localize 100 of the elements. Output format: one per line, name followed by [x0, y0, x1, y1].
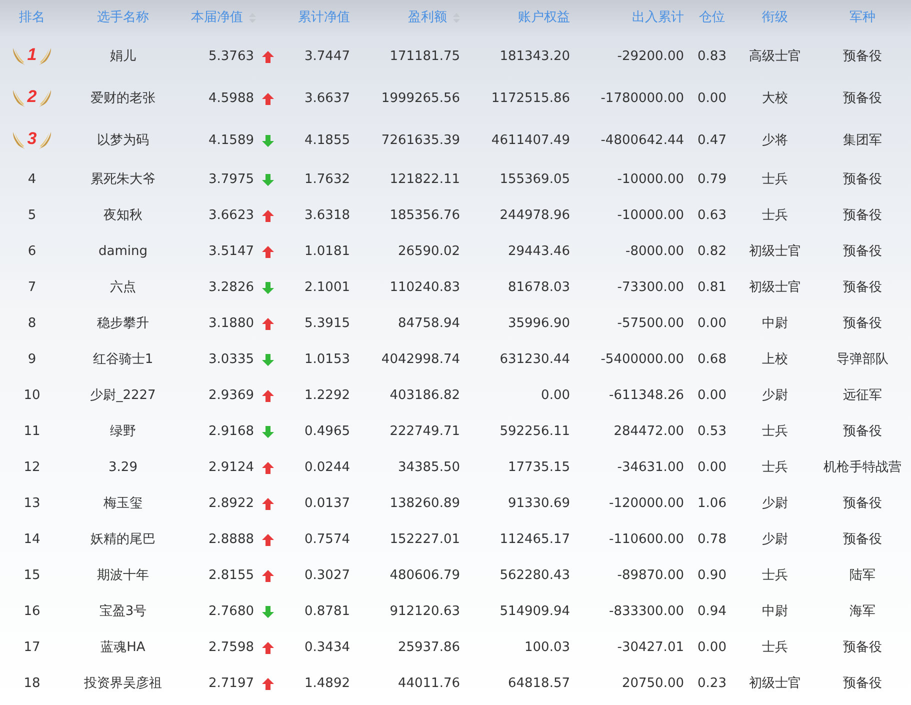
player-name: 蓝魂HA [100, 639, 146, 658]
table-cell-text: 少尉 [761, 531, 789, 550]
table-cell-text: 预备役 [842, 639, 883, 658]
rank-cell-text: 6 [26, 243, 38, 262]
table-cell-text: 0.63 [696, 207, 728, 226]
table-cell-text: 预备役 [842, 675, 883, 694]
rank-cell-text: 17 [22, 639, 42, 658]
table-cell-text: 35996.90 [506, 315, 571, 334]
table-cell-text: 0.3027 [304, 567, 351, 586]
table-cell-text: 少尉 [761, 387, 789, 406]
rank-number: 2 [27, 86, 37, 108]
table-cell-text: 403186.82 [388, 387, 461, 406]
table-cell-text: -833300.00 [608, 603, 685, 622]
table-cell-text: 284472.00 [612, 423, 685, 442]
column-header: 排名 [18, 9, 46, 28]
table-cell-text: 2.9369 [208, 387, 254, 406]
player-name: 六点 [109, 279, 137, 298]
column-header: 出入累计 [631, 9, 685, 28]
table-cell-text: 2.9124 [208, 459, 254, 478]
player-name: 3.29 [108, 459, 138, 478]
rank-cell-text: 13 [22, 495, 42, 514]
table-cell-text: 0.0244 [304, 459, 351, 478]
rank-cell-text: 9 [26, 351, 38, 370]
table-cell-text: 562280.43 [498, 567, 571, 586]
table-cell-text: -110600.00 [608, 531, 685, 550]
table-cell-text: 陆军 [848, 567, 876, 586]
table-cell-text: 0.83 [696, 48, 728, 66]
player-name: 爱财的老张 [90, 90, 156, 108]
table-cell-text: 0.00 [696, 90, 728, 108]
player-name: 投资界吴彦祖 [83, 675, 163, 694]
player-name: 累死朱大爷 [90, 171, 156, 190]
table-cell-text: 0.3434 [304, 639, 351, 658]
table-cell-text: 26590.02 [396, 243, 461, 262]
table-cell-text: 5.3915 [304, 315, 351, 334]
rank-cell-text: 8 [26, 315, 38, 334]
table-cell-text: 0.8781 [304, 603, 351, 622]
table-cell-text: 631230.44 [498, 351, 571, 370]
table-cell-text: -30427.01 [616, 639, 685, 658]
table-cell-text: 4.5988 [208, 90, 254, 108]
table-cell-text: 1.0181 [304, 243, 351, 262]
player-name: 以梦为码 [96, 132, 150, 150]
table-cell-text: 2.8922 [208, 495, 254, 514]
table-cell-text: 181343.20 [498, 48, 571, 66]
table-cell-text: -34631.00 [616, 459, 685, 478]
table-cell-text: 1.4892 [304, 675, 351, 694]
table-cell-text: 0.23 [696, 675, 728, 694]
table-cell-text: 0.00 [696, 639, 728, 658]
table-cell-text: 185356.76 [388, 207, 461, 226]
table-cell-text: 少尉 [761, 495, 789, 514]
player-name: 期波十年 [96, 567, 150, 586]
table-cell-text: 预备役 [842, 243, 883, 262]
table-cell-text: 121822.11 [388, 171, 461, 190]
table-cell-text: 1.7632 [304, 171, 351, 190]
table-cell-text: 514909.94 [498, 603, 571, 622]
table-cell-text: 592256.11 [498, 423, 571, 442]
column-header[interactable]: 盈利额 [408, 10, 447, 26]
table-cell-text: 0.00 [696, 459, 728, 478]
player-name: 少尉_2227 [89, 387, 157, 406]
table-cell-text: 0.82 [696, 243, 728, 262]
table-cell-text: -120000.00 [608, 495, 685, 514]
table-cell-text: 91330.69 [506, 495, 571, 514]
table-cell-text: 预备役 [842, 90, 883, 108]
table-cell-text: -611348.26 [608, 387, 685, 406]
table-cell-text: 100.03 [524, 639, 571, 658]
rank-number: 3 [27, 128, 37, 150]
table-cell-text: 2.1001 [304, 279, 351, 298]
table-cell-text: 预备役 [842, 495, 883, 514]
table-cell-text: 预备役 [842, 315, 883, 334]
table-cell-text: 3.5147 [208, 243, 254, 262]
table-cell-text: 480606.79 [388, 567, 461, 586]
table-cell-text: 2.7598 [208, 639, 254, 658]
table-cell-text: 3.0335 [208, 351, 254, 370]
table-cell-text: -29200.00 [616, 48, 685, 66]
player-name: 梅玉玺 [102, 495, 144, 514]
column-header: 累计净值 [297, 9, 351, 28]
table-cell-text: 士兵 [761, 207, 789, 226]
table-cell-text: -10000.00 [616, 207, 685, 226]
table-cell-text: 4611407.49 [490, 132, 571, 150]
table-cell-text: 初级士官 [748, 243, 802, 262]
column-header[interactable]: 本届净值 [191, 10, 243, 26]
table-cell-text: -8000.00 [624, 243, 685, 262]
table-cell-text: 4.1589 [208, 132, 254, 150]
table-cell-text: 大校 [761, 90, 789, 108]
table-cell-text: 34385.50 [396, 459, 461, 478]
column-header: 军种 [848, 9, 876, 28]
table-cell-text: 81678.03 [506, 279, 571, 298]
table-cell-text: 5.3763 [208, 48, 254, 66]
table-cell-text: 中尉 [761, 315, 789, 334]
table-cell-text: -10000.00 [616, 171, 685, 190]
rank-cell-text: 12 [22, 459, 42, 478]
table-cell-text: 112465.17 [498, 531, 571, 550]
table-cell-text: 3.6318 [304, 207, 351, 226]
column-header: 衔级 [761, 9, 789, 28]
table-cell-text: 20750.00 [620, 675, 685, 694]
table-cell-text: 0.0137 [304, 495, 351, 514]
table-cell-text: 1999265.56 [380, 90, 461, 108]
table-cell-text: 2.7197 [208, 675, 254, 694]
table-cell-text: 912120.63 [388, 603, 461, 622]
table-cell-text: 64818.57 [506, 675, 571, 694]
table-cell-text: 预备役 [842, 48, 883, 66]
